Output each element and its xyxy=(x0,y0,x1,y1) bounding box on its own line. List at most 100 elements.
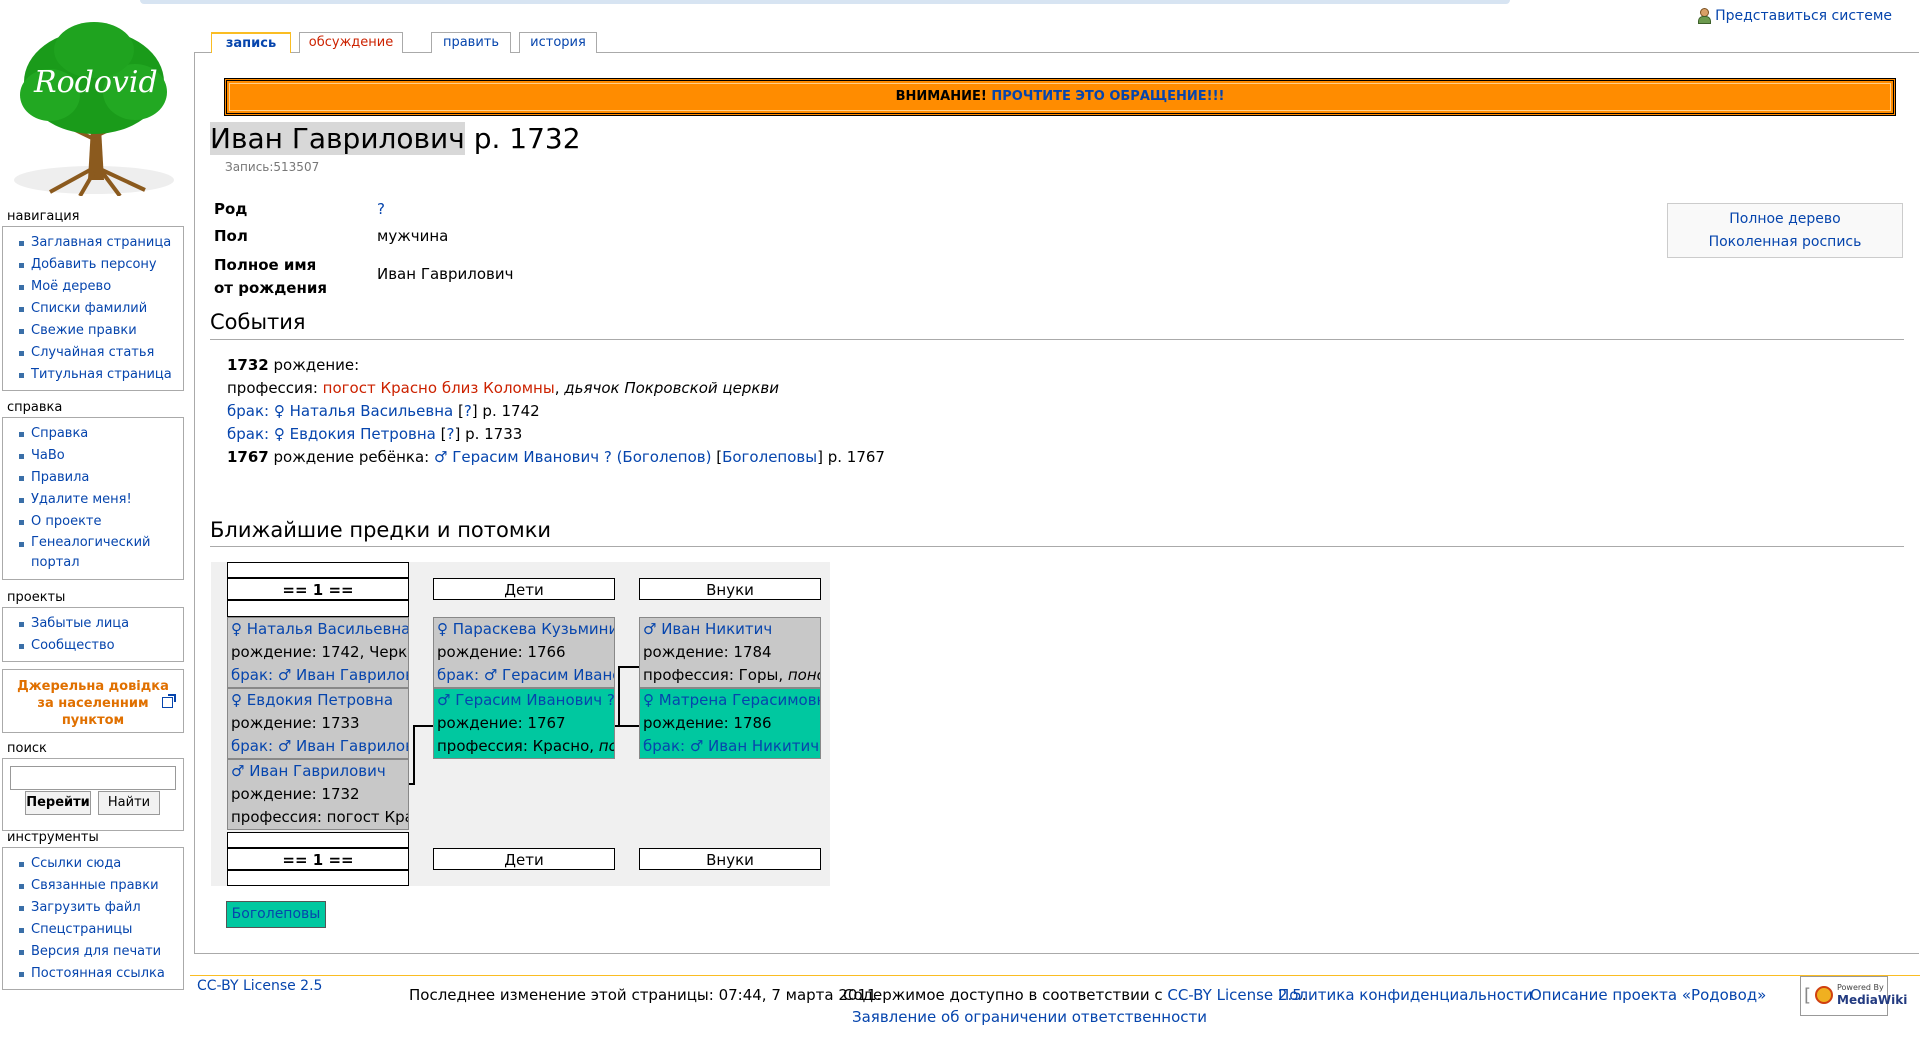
logo-text: Rodovid xyxy=(33,65,158,100)
tree-connector xyxy=(618,725,639,727)
tab-history[interactable]: история xyxy=(519,32,597,53)
record-id: Запись:513507 xyxy=(225,160,320,174)
child-link[interactable]: ♂ Герасим Иванович ? (Боголепов) xyxy=(434,448,711,466)
marriage-1-link[interactable]: брак: ♀ Наталья Васильевна xyxy=(227,402,453,420)
events-heading: События xyxy=(210,310,306,334)
personal-tools: Представиться системе xyxy=(1697,8,1892,24)
sidebar-navigation: навигация Заглавная страница Добавить пе… xyxy=(2,208,184,391)
tree-links-box: Полное дерево Поколенная роспись xyxy=(1667,203,1903,258)
rodovid-logo[interactable]: Rodovid xyxy=(10,20,178,196)
dzherela-link-box[interactable]: Джерельна довідка за населенним пунктом xyxy=(2,669,184,733)
sidebar-item-recent-changes[interactable]: Свежие правки xyxy=(11,320,179,342)
grandchildren-header-bottom: Внуки xyxy=(639,848,821,870)
license-image-link[interactable]: CC-BY License 2.5 xyxy=(197,978,322,994)
sidebar-item-upload[interactable]: Загрузить файл xyxy=(11,897,179,919)
login-link[interactable]: Представиться системе xyxy=(1715,8,1892,24)
children-header-bottom: Дети xyxy=(433,848,615,870)
generations-link[interactable]: Поколенная роспись xyxy=(1709,234,1862,250)
tree-spacer xyxy=(227,832,409,848)
marriage-1-q-link[interactable]: ? xyxy=(464,402,472,420)
about-project-link[interactable]: Описание проекта «Родовод» xyxy=(1530,986,1766,1004)
last-modified: Последнее изменение этой страницы: 07:44… xyxy=(409,986,882,1004)
tree-person-name[interactable]: ♀ Матрена Герасимовна xyxy=(640,689,820,712)
sidebar-item-help[interactable]: Справка xyxy=(11,423,179,445)
content-license: Содержимое доступно в соответствии с CC-… xyxy=(843,986,1307,1004)
sidebar-item-special-pages[interactable]: Спецстраницы xyxy=(11,919,179,941)
rod-label: Род xyxy=(214,200,248,218)
category-link[interactable]: Боголеповы xyxy=(226,901,326,928)
sidebar-item-random[interactable]: Случайная статья xyxy=(11,342,179,364)
tree-person-name[interactable]: ♀ Параскева Кузьминична xyxy=(434,618,614,641)
sidebar-item-print[interactable]: Версия для печати xyxy=(11,941,179,963)
child-family-link[interactable]: Боголеповы xyxy=(722,448,817,466)
event-child-birth: 1767 рождение ребёнка: ♂ Герасим Иванови… xyxy=(227,448,885,466)
sidebar-navigation-title: навигация xyxy=(7,209,80,224)
full-tree-link[interactable]: Полное дерево xyxy=(1729,211,1840,227)
sidebar-help: справка Справка ЧаВо Правила Удалите мен… xyxy=(2,399,184,580)
tree-spacer xyxy=(227,562,409,578)
tree-person-ivan: ♂ Иван Гаврилович рождение: 1732 професс… xyxy=(227,759,409,830)
sidebar-item-related-changes[interactable]: Связанные правки xyxy=(11,875,179,897)
sidebar-item-genealogy-portal[interactable]: Генеалогический портал xyxy=(11,533,179,573)
find-button[interactable]: Найти xyxy=(98,791,160,815)
pol-value: мужчина xyxy=(377,227,449,245)
profession-place-link[interactable]: погост Красно близ Коломны xyxy=(323,379,555,397)
privacy-link[interactable]: Политика конфиденциальности xyxy=(1278,986,1533,1004)
page-title-rest: р. 1732 xyxy=(464,122,581,155)
dzherela-line1: Джерельна довідка xyxy=(17,679,169,694)
sidebar-projects-title: проекты xyxy=(7,590,66,605)
user-icon xyxy=(1697,8,1712,24)
children-header-top: Дети xyxy=(433,578,615,600)
tree-connector xyxy=(618,666,639,668)
event-birth: 1732 рождение: xyxy=(227,356,360,374)
grandchildren-header-top: Внуки xyxy=(639,578,821,600)
sidebar-item-faq[interactable]: ЧаВо xyxy=(11,445,179,467)
tree-person-name[interactable]: ♀ Евдокия Петровна xyxy=(228,689,408,712)
disclaimer-link[interactable]: Заявление об ограничении ответственности xyxy=(852,1008,1207,1026)
sidebar-item-community[interactable]: Сообщество xyxy=(11,635,179,657)
tree-person-ivan-nikitich: ♂ Иван Никитич рождение: 1784 профессия:… xyxy=(639,617,821,688)
tree-person-name[interactable]: ♂ Иван Гаврилович xyxy=(228,760,408,783)
browser-top-strip xyxy=(140,0,1510,4)
marriage-2-link[interactable]: брак: ♀ Евдокия Петровна xyxy=(227,425,436,443)
event-marriage-2: брак: ♀ Евдокия Петровна [?] р. 1733 xyxy=(227,425,523,443)
marriage-2-q-link[interactable]: ? xyxy=(446,425,454,443)
fullname-label: Полное имя от рождения xyxy=(214,256,327,297)
pol-label: Пол xyxy=(214,227,248,245)
fullname-value: Иван Гаврилович xyxy=(377,265,514,283)
event-marriage-1: брак: ♀ Наталья Васильевна [?] р. 1742 xyxy=(227,402,540,420)
mediawiki-badge[interactable]: [ Powered By MediaWiki xyxy=(1800,976,1907,1016)
sidebar-item-whatlinkshere[interactable]: Ссылки сюда xyxy=(11,853,179,875)
notice-link[interactable]: ПРОЧТИТЕ ЭТО ОБРАЩЕНИЕ!!! xyxy=(991,89,1224,104)
tab-edit[interactable]: править xyxy=(431,32,511,53)
dzherela-line3: пунктом xyxy=(61,713,125,728)
sidebar-item-my-tree[interactable]: Моё дерево xyxy=(11,276,179,298)
tree-person-matrena: ♀ Матрена Герасимовна рождение: 1786 бра… xyxy=(639,688,821,759)
sidebar-item-about[interactable]: О проекте xyxy=(11,511,179,533)
notice-prefix: ВНИМАНИЕ! xyxy=(895,89,987,104)
search-input[interactable] xyxy=(10,766,176,790)
sidebar-item-rules[interactable]: Правила xyxy=(11,467,179,489)
tree-heading: Ближайшие предки и потомки xyxy=(210,518,552,542)
sidebar-item-title-page[interactable]: Титульная страница xyxy=(11,364,179,386)
tree-person-name[interactable]: ♂ Герасим Иванович ? (Боголепов) xyxy=(434,689,614,712)
go-button[interactable]: Перейти xyxy=(25,791,91,815)
tab-record[interactable]: запись xyxy=(211,32,291,53)
sidebar-item-forgotten-faces[interactable]: Забытые лица xyxy=(11,613,179,635)
rod-value-link[interactable]: ? xyxy=(377,200,385,218)
sidebar-projects: проекты Забытые лица Сообщество xyxy=(2,589,184,662)
sidebar-item-add-person[interactable]: Добавить персону xyxy=(11,254,179,276)
sidebar-item-surnames[interactable]: Списки фамилий xyxy=(11,298,179,320)
sidebar-item-delete-me[interactable]: Удалите меня! xyxy=(11,489,179,511)
tree-person-name[interactable]: ♂ Иван Никитич xyxy=(640,618,820,641)
tree-person-name[interactable]: ♀ Наталья Васильевна xyxy=(228,618,408,641)
gen-header-bottom: == 1 == xyxy=(227,848,409,870)
sidebar-item-main-page[interactable]: Заглавная страница xyxy=(11,232,179,254)
tree-person-natalya: ♀ Наталья Васильевна рождение: 1742, Чер… xyxy=(227,617,409,688)
tree-spacer xyxy=(227,600,409,617)
tab-discussion[interactable]: обсуждение xyxy=(299,32,403,53)
sidebar-item-permalink[interactable]: Постоянная ссылка xyxy=(11,963,179,985)
tree-connector xyxy=(618,666,620,727)
event-profession: профессия: погост Красно близ Коломны, д… xyxy=(227,379,780,397)
sidebar-tools-title: инструменты xyxy=(7,830,99,845)
